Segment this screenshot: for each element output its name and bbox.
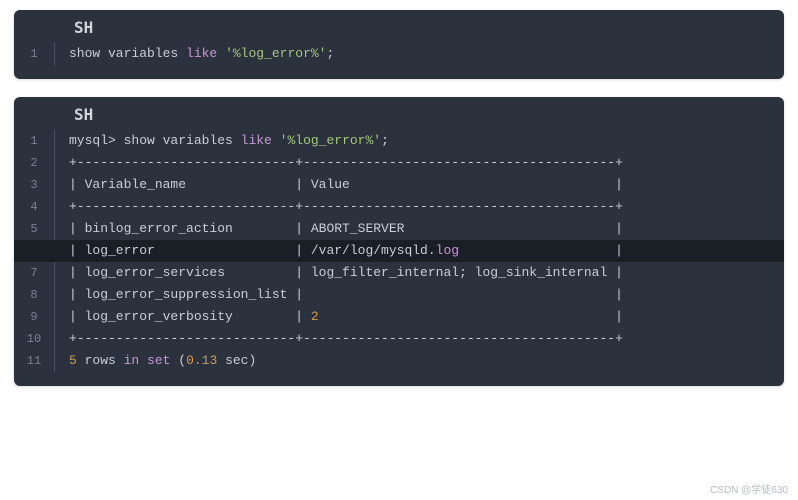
token: show variables — [69, 46, 186, 61]
line-number: 1 — [14, 130, 54, 152]
line-number: 5 — [14, 218, 54, 240]
token: rows — [77, 353, 124, 368]
line-number: 2 — [14, 152, 54, 174]
line-number: 11 — [14, 350, 54, 372]
token: sec) — [217, 353, 256, 368]
code-block: SH1234567891011mysql> show variables lik… — [14, 97, 784, 386]
token: '%log_error%' — [225, 46, 326, 61]
token — [217, 46, 225, 61]
language-label: SH — [14, 10, 784, 43]
token: +----------------------------+----------… — [69, 199, 623, 214]
line-number: 7 — [14, 262, 54, 284]
token: | log_error_services | log_filter_intern… — [69, 265, 623, 280]
language-label: SH — [14, 97, 784, 130]
token: ( — [170, 353, 186, 368]
code-line[interactable]: | Variable_name | Value | — [69, 174, 784, 196]
token: 5 — [69, 353, 77, 368]
code-line[interactable]: | log_error_suppression_list | | — [69, 284, 784, 306]
code-line[interactable]: | log_error_verbosity | 2 | — [69, 306, 784, 328]
token: log — [436, 243, 459, 258]
code-lines[interactable]: show variables like '%log_error%'; — [54, 43, 784, 65]
line-number: 10 — [14, 328, 54, 350]
token: | Variable_name | Value | — [69, 177, 623, 192]
code-line[interactable]: | binlog_error_action | ABORT_SERVER | — [69, 218, 784, 240]
token: ; — [381, 133, 389, 148]
token: +----------------------------+----------… — [69, 331, 623, 346]
token: ; — [326, 46, 334, 61]
line-number: 9 — [14, 306, 54, 328]
token: | log_error | /var/log/mysqld. — [69, 243, 436, 258]
token: mysql> show variables — [69, 133, 241, 148]
token: set — [147, 353, 170, 368]
token: | — [459, 243, 623, 258]
token: | log_error_suppression_list | | — [69, 287, 623, 302]
token — [139, 353, 147, 368]
line-number: 8 — [14, 284, 54, 306]
code-body: 1 show variables like '%log_error%'; — [14, 43, 784, 79]
code-line[interactable]: 5 rows in set (0.13 sec) — [69, 350, 784, 372]
watermark-text: CSDN @学徒630 — [710, 481, 788, 496]
token: like — [241, 133, 272, 148]
token: | log_error_verbosity | — [69, 309, 311, 324]
token: 2 — [311, 309, 319, 324]
code-line[interactable]: show variables like '%log_error%'; — [69, 43, 784, 65]
code-line[interactable]: mysql> show variables like '%log_error%'… — [69, 130, 784, 152]
code-line[interactable]: +----------------------------+----------… — [69, 328, 784, 350]
token — [272, 133, 280, 148]
line-number: 4 — [14, 196, 54, 218]
token: '%log_error%' — [280, 133, 381, 148]
token: like — [186, 46, 217, 61]
code-block: SH1 show variables like '%log_error%'; — [14, 10, 784, 79]
code-body: 1234567891011mysql> show variables like … — [14, 130, 784, 386]
code-line[interactable]: +----------------------------+----------… — [69, 152, 784, 174]
token: | — [319, 309, 623, 324]
code-line[interactable]: +----------------------------+----------… — [69, 196, 784, 218]
code-lines[interactable]: mysql> show variables like '%log_error%'… — [54, 130, 784, 372]
line-number-gutter: 1 — [14, 43, 54, 65]
code-line[interactable]: | log_error | /var/log/mysqld.log | — [14, 240, 784, 262]
token: in — [124, 353, 140, 368]
token: +----------------------------+----------… — [69, 155, 623, 170]
token: | binlog_error_action | ABORT_SERVER | — [69, 221, 623, 236]
code-line[interactable]: | log_error_services | log_filter_intern… — [69, 262, 784, 284]
line-number: 3 — [14, 174, 54, 196]
line-number: 1 — [14, 43, 54, 65]
token: 0.13 — [186, 353, 217, 368]
